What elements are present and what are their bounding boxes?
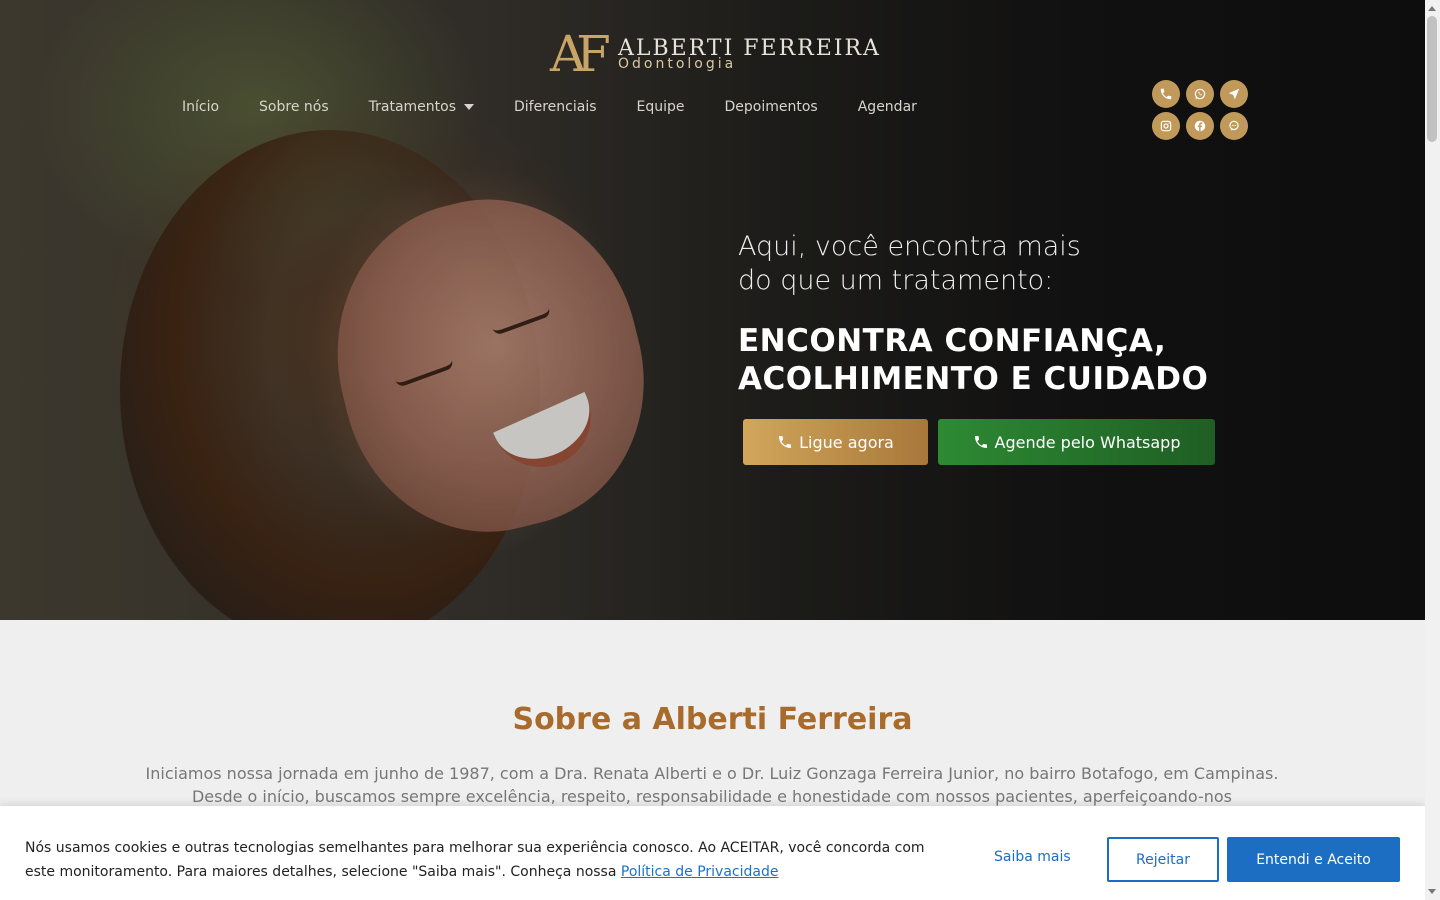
- hero-headline-line1: ENCONTRA CONFIANÇA,: [738, 323, 1167, 359]
- nav-item-inicio[interactable]: Início: [182, 99, 219, 115]
- instagram-icon[interactable]: [1152, 112, 1180, 140]
- cookie-learn-more-button[interactable]: Saiba mais: [994, 849, 1071, 865]
- cookie-text: Nós usamos cookies e outras tecnologias …: [25, 836, 945, 884]
- hero-intro-line1: Aqui, você encontra mais: [738, 231, 1081, 262]
- whatsapp-schedule-label: Agende pelo Whatsapp: [994, 432, 1181, 452]
- call-now-button[interactable]: Ligue agora: [743, 419, 928, 465]
- phone-icon: [779, 436, 792, 448]
- hero-intro-line2: do que um tratamento:: [738, 265, 1054, 296]
- privacy-policy-link[interactable]: Política de Privacidade: [621, 864, 779, 880]
- whatsapp-icon[interactable]: [1186, 80, 1214, 108]
- nav-item-equipe[interactable]: Equipe: [637, 99, 685, 115]
- nav-item-tratamentos[interactable]: Tratamentos: [368, 99, 475, 115]
- page-scrollbar[interactable]: [1425, 0, 1440, 900]
- phone-icon: [974, 436, 987, 448]
- main-nav: Início Sobre nós Tratamentos Diferenciai…: [182, 99, 957, 115]
- chat-icon[interactable]: [1220, 112, 1248, 140]
- hero-intro: Aqui, você encontra mais do que um trata…: [738, 230, 1338, 298]
- cookie-reject-button[interactable]: Rejeitar: [1107, 837, 1219, 882]
- logo-subtitle: Odontologia: [618, 56, 737, 72]
- logo-mark: AF: [550, 25, 611, 83]
- nav-item-diferenciais[interactable]: Diferenciais: [514, 99, 597, 115]
- hero-text: Aqui, você encontra mais do que um trata…: [738, 230, 1338, 398]
- social-icons: [1152, 80, 1252, 140]
- phone-icon[interactable]: [1152, 80, 1180, 108]
- call-now-label: Ligue agora: [799, 432, 894, 452]
- scrollbar-thumb[interactable]: [1427, 16, 1437, 142]
- nav-item-sobre[interactable]: Sobre nós: [259, 99, 329, 115]
- brand-logo[interactable]: AF ALBERTI FERREIRA Odontologia: [550, 24, 890, 86]
- nav-item-agendar[interactable]: Agendar: [858, 99, 917, 115]
- location-icon[interactable]: [1220, 80, 1248, 108]
- nav-item-depoimentos[interactable]: Depoimentos: [725, 99, 818, 115]
- cookie-banner: Nós usamos cookies e outras tecnologias …: [0, 806, 1425, 900]
- scroll-down-arrow-icon[interactable]: [1428, 889, 1436, 894]
- hero-headline: ENCONTRA CONFIANÇA, ACOLHIMENTO E CUIDAD…: [738, 322, 1338, 398]
- facebook-icon[interactable]: [1186, 112, 1214, 140]
- cookie-message: Nós usamos cookies e outras tecnologias …: [25, 840, 925, 880]
- nav-item-tratamentos-label: Tratamentos: [368, 99, 457, 115]
- scroll-up-arrow-icon[interactable]: [1428, 6, 1436, 11]
- caret-down-icon: [464, 104, 475, 110]
- hero-section: AF ALBERTI FERREIRA Odontologia Início S…: [0, 0, 1425, 620]
- whatsapp-schedule-button[interactable]: Agende pelo Whatsapp: [938, 419, 1215, 465]
- cookie-accept-button[interactable]: Entendi e Aceito: [1227, 837, 1400, 882]
- about-title: Sobre a Alberti Ferreira: [512, 702, 913, 737]
- hero-headline-line2: ACOLHIMENTO E CUIDADO: [738, 361, 1209, 397]
